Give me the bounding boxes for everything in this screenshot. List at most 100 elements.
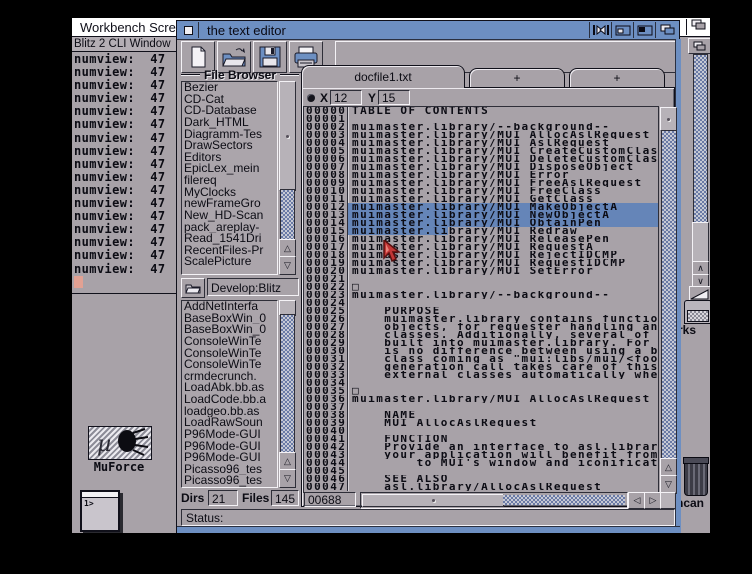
directory-list-item[interactable]: AddNetInterfa bbox=[182, 301, 277, 313]
muforce-icon[interactable]: µ bbox=[88, 426, 152, 460]
directory-list-scrollbar-track[interactable] bbox=[280, 314, 295, 454]
document-line[interactable]: 00000 TABLE OF CONTENTS bbox=[304, 107, 659, 115]
directory-list-item[interactable]: ConsoleWinTe bbox=[182, 359, 277, 371]
iconify-button[interactable] bbox=[589, 22, 612, 38]
directory-list-item[interactable]: LoadRawSoun bbox=[182, 417, 277, 429]
window-titlebar[interactable]: the text editor bbox=[177, 21, 679, 40]
directory-list-item[interactable]: Picasso96_tes bbox=[182, 464, 277, 476]
document-line[interactable]: 00006 muimaster.library/MUI_DeleteCustom… bbox=[304, 155, 659, 163]
document-line[interactable]: 00033 external classes automatically whe… bbox=[304, 371, 659, 379]
file-list-item[interactable]: CD-Database bbox=[182, 105, 277, 117]
document-line[interactable]: 00043 your application will benefit from bbox=[304, 451, 659, 459]
document-line[interactable]: 00034 bbox=[304, 379, 659, 387]
snapshot-button[interactable] bbox=[633, 22, 656, 38]
screen-depth-gadget[interactable] bbox=[686, 19, 710, 35]
document-line[interactable]: 00024 bbox=[304, 299, 659, 307]
document-line[interactable]: 00022 □ bbox=[304, 283, 659, 291]
file-list-item[interactable]: newFrameGro bbox=[182, 198, 277, 210]
directory-list-item[interactable]: ConsoleWinTe bbox=[182, 336, 277, 348]
path-input[interactable]: Develop:Blitz bbox=[207, 278, 299, 296]
document-line[interactable]: 00009 muimaster.library/MUI_FreeAslReque… bbox=[304, 179, 659, 187]
background-window-scrollbar-thumb[interactable] bbox=[692, 222, 709, 262]
document-line[interactable]: 00029 built into muimaster.library. For … bbox=[304, 339, 659, 347]
document-line[interactable]: 00017 muimaster.library/MUI_RequestA bbox=[304, 243, 659, 251]
document-line[interactable]: 00014 muimaster.library/MUI_ObtainPen bbox=[304, 219, 659, 227]
directory-list-item[interactable]: crmdecrunch. bbox=[182, 371, 277, 383]
document-line[interactable]: 00007 muimaster.library/MUI_DisposeObjec… bbox=[304, 163, 659, 171]
directory-list-item[interactable]: P96Mode-GUI bbox=[182, 452, 277, 464]
zoom-button[interactable] bbox=[611, 22, 634, 38]
shell-icon[interactable]: 1> bbox=[80, 490, 120, 532]
document-line[interactable]: 00047 asl.library/AllocAslRequest bbox=[304, 483, 659, 491]
cursor-y-value[interactable]: 15 bbox=[378, 90, 410, 105]
document-line[interactable]: 00044 to MUI's window and iconificati bbox=[304, 459, 659, 467]
document-vscrollbar-track[interactable] bbox=[661, 130, 677, 460]
document-line[interactable]: 00002 muimaster.library/--background-- bbox=[304, 123, 659, 131]
document-line[interactable]: 00012 muimaster.library/MUI_MakeObjectA bbox=[304, 203, 659, 211]
document-line[interactable]: 00004 muimaster.library/MUI_AslRequest bbox=[304, 139, 659, 147]
document-line[interactable]: 00046 SEE ALSO bbox=[304, 475, 659, 483]
close-button[interactable] bbox=[179, 22, 199, 38]
document-line[interactable]: 00037 bbox=[304, 403, 659, 411]
file-list-item[interactable]: pack_areplay- bbox=[182, 222, 277, 234]
document-line[interactable]: 00032 generation call takes care of this bbox=[304, 363, 659, 371]
file-list-item[interactable]: Dark_HTML bbox=[182, 117, 277, 129]
directory-list-item[interactable]: LoadCode.bb.a bbox=[182, 394, 277, 406]
file-list-item[interactable]: Bezier bbox=[182, 82, 277, 94]
document-line[interactable]: 00015 muimaster.library/MUI_Redraw bbox=[304, 227, 659, 235]
directory-list-item[interactable]: loadgeo.bb.as bbox=[182, 406, 277, 418]
background-window-depth-gadget[interactable] bbox=[688, 38, 710, 54]
depth-button[interactable] bbox=[655, 22, 679, 38]
tab-new-2[interactable]: + bbox=[569, 68, 665, 88]
document-vscrollbar[interactable]: △ ▽ bbox=[658, 106, 676, 492]
document-line[interactable]: 00038 NAME bbox=[304, 411, 659, 419]
tab-new-1[interactable]: + bbox=[469, 68, 565, 88]
file-list-item[interactable]: CD-Cat bbox=[182, 94, 277, 106]
document-line[interactable]: 00019 muimaster.library/MUI_RequestIDCMP bbox=[304, 259, 659, 267]
document-line[interactable]: 00028 classes. Additionally, several of … bbox=[304, 331, 659, 339]
directory-list-item[interactable]: P96Mode-GUI bbox=[182, 441, 277, 453]
background-window-scrollbar-track[interactable] bbox=[693, 54, 708, 224]
file-list-scrollbar-track[interactable] bbox=[280, 189, 295, 241]
file-list-item[interactable]: ScalePicture bbox=[182, 256, 277, 268]
directory-list-item[interactable]: LoadAbk.bb.as bbox=[182, 382, 277, 394]
document-line[interactable]: 00026 muimaster.library contains functio… bbox=[304, 315, 659, 323]
document-line[interactable]: 00021 bbox=[304, 275, 659, 283]
directory-list-item[interactable]: BaseBoxWin_0 bbox=[182, 313, 277, 325]
file-list-item[interactable]: RecentFiles-Pr bbox=[182, 245, 277, 257]
drawer-icon[interactable] bbox=[684, 300, 710, 324]
parent-drawer-button[interactable] bbox=[181, 278, 205, 298]
file-list-item[interactable]: EpicLex_mein bbox=[182, 163, 277, 175]
file-list-item[interactable]: New_HD-Scan bbox=[182, 210, 277, 222]
file-list-scrollbar-thumb[interactable] bbox=[279, 81, 296, 191]
document-hscrollbar-thumb[interactable] bbox=[362, 494, 504, 507]
document-line[interactable]: 00041 FUNCTION bbox=[304, 435, 659, 443]
document-vscrollbar-thumb[interactable] bbox=[660, 107, 677, 131]
document-line[interactable]: 00008 muimaster.library/MUI_Error bbox=[304, 171, 659, 179]
trashcan-icon[interactable] bbox=[684, 460, 708, 496]
tab-docfile1[interactable]: docfile1.txt bbox=[301, 65, 465, 88]
document-line[interactable]: 00020 muimaster.library/MUI_SetError bbox=[304, 267, 659, 275]
file-list-item[interactable]: MyClocks bbox=[182, 187, 277, 199]
document-line[interactable]: 00001 bbox=[304, 115, 659, 123]
document-line[interactable]: 00035 □ bbox=[304, 387, 659, 395]
cli-window-titlebar[interactable]: Blitz 2 CLI Window bbox=[72, 37, 181, 52]
file-list-item[interactable]: DrawSectors bbox=[182, 140, 277, 152]
document-line[interactable]: 00025 PURPOSE bbox=[304, 307, 659, 315]
directory-list-item[interactable]: BaseBoxWin_0 bbox=[182, 324, 277, 336]
document-line[interactable]: 00005 muimaster.library/MUI_CreateCustom… bbox=[304, 147, 659, 155]
document-line[interactable]: 00003 muimaster.library/MUI_AllocAslRequ… bbox=[304, 131, 659, 139]
document-line[interactable]: 00040 bbox=[304, 427, 659, 435]
document-line[interactable]: 00023 muimaster.library/--background-- bbox=[304, 291, 659, 299]
document-line[interactable]: 00030 is no difference between using a b… bbox=[304, 347, 659, 355]
document-line[interactable]: 00010 muimaster.library/MUI_FreeClass bbox=[304, 187, 659, 195]
cursor-x-value[interactable]: 12 bbox=[330, 90, 362, 105]
document-line[interactable]: 00039 MUI_AllocAslRequest bbox=[304, 419, 659, 427]
background-window-resize-gadget[interactable] bbox=[689, 286, 710, 301]
document-line[interactable]: 00013 muimaster.library/MUI_NewObjectA bbox=[304, 211, 659, 219]
document-line[interactable]: 00031 class coming as "mui:libs/mui/<foo… bbox=[304, 355, 659, 363]
document-hscrollbar-track[interactable] bbox=[503, 495, 625, 505]
file-list[interactable]: BezierCD-CatCD-DatabaseDark_HTMLDiagramm… bbox=[181, 81, 278, 275]
directory-list[interactable]: AddNetInterfaBaseBoxWin_0BaseBoxWin_0Con… bbox=[181, 300, 278, 488]
file-list-item[interactable]: Editors bbox=[182, 152, 277, 164]
